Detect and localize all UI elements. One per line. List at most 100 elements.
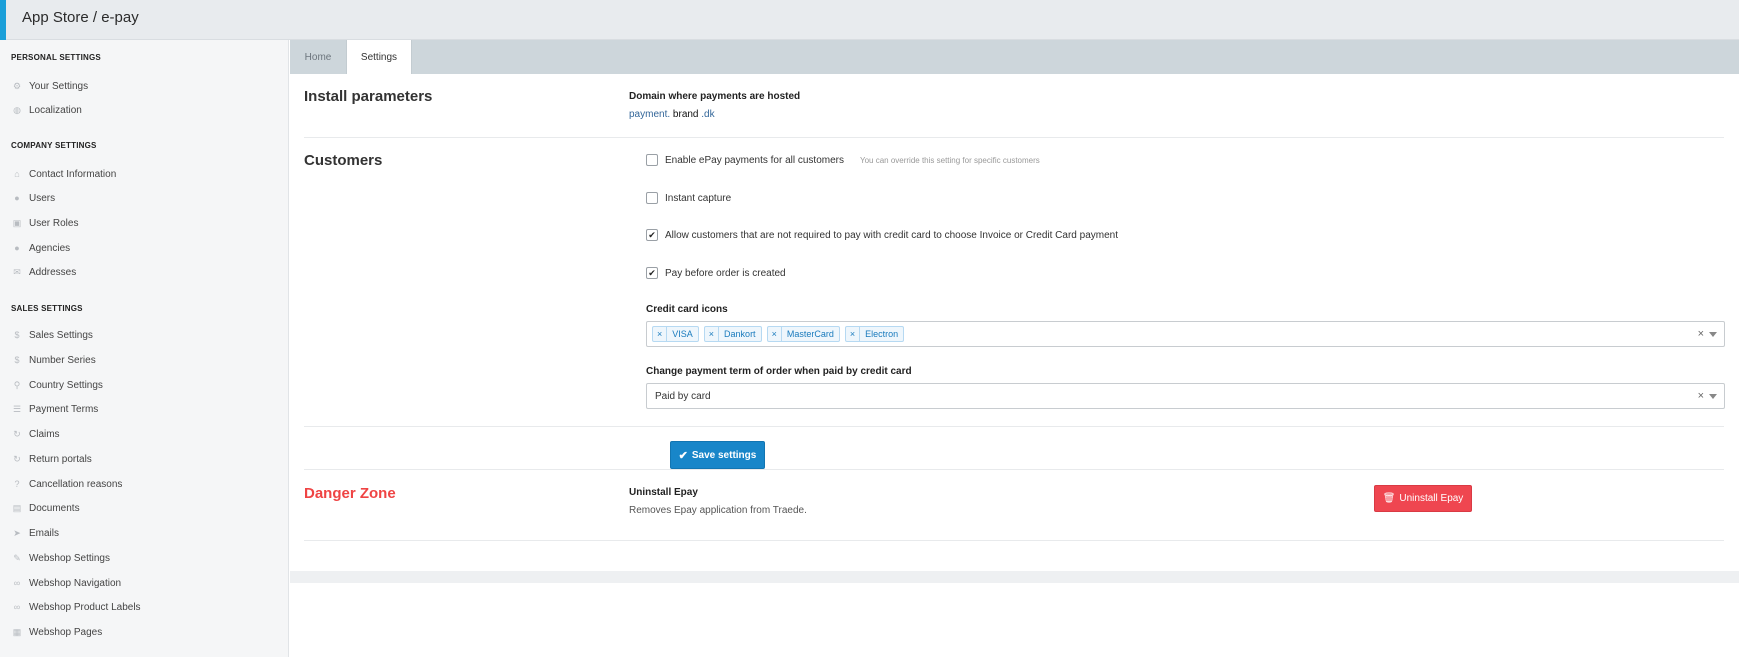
- sidebar-item-label: Users: [29, 192, 56, 204]
- sidebar-item-cancellation-reasons[interactable]: ? Cancellation reasons: [11, 475, 122, 493]
- sidebar-item-label: Country Settings: [29, 379, 103, 391]
- sidebar-item-payment-terms[interactable]: ☰ Payment Terms: [11, 400, 98, 418]
- sidebar-heading-sales: SALES SETTINGS: [11, 304, 83, 313]
- refresh-icon: ↻: [13, 453, 21, 464]
- home-icon: ⌂: [14, 169, 20, 179]
- enable-epay-row: Enable ePay payments for all customers Y…: [646, 153, 1040, 167]
- pay-before-order-label: Pay before order is created: [665, 267, 786, 279]
- payment-term-label: Change payment term of order when paid b…: [646, 366, 912, 377]
- tag-mastercard: × MasterCard: [766, 326, 840, 342]
- sidebar-item-addresses[interactable]: ✉ Addresses: [11, 263, 76, 281]
- wrench-icon: ✎: [13, 552, 21, 563]
- sidebar-item-localization[interactable]: ◍ Localization: [11, 101, 82, 119]
- sidebar-item-label: Addresses: [29, 266, 77, 278]
- globe-icon: ◍: [13, 104, 21, 115]
- top-bar-accent: [0, 0, 6, 40]
- sidebar-item-label: Webshop Product Labels: [29, 601, 141, 613]
- credit-card-icons-label: Credit card icons: [646, 304, 728, 315]
- allow-invoice-checkbox[interactable]: ✔: [646, 229, 658, 241]
- divider: [304, 540, 1724, 541]
- pay-before-order-row: ✔ Pay before order is created: [646, 266, 786, 280]
- sidebar-item-user-roles[interactable]: ▣ User Roles: [11, 214, 79, 232]
- sidebar-item-label: Sales Settings: [29, 329, 93, 341]
- divider: [304, 469, 1724, 470]
- sidebar-item-label: Contact Information: [29, 168, 117, 180]
- sidebar-item-label: Your Settings: [29, 80, 89, 92]
- payment-term-value: Paid by card: [655, 390, 711, 402]
- remove-tag-icon[interactable]: ×: [768, 327, 782, 341]
- user-icon: ●: [14, 193, 20, 203]
- sidebar-item-label: Agencies: [29, 242, 71, 254]
- send-icon: ➤: [13, 527, 21, 538]
- uninstall-description: Removes Epay application from Traede.: [629, 505, 807, 516]
- sidebar-item-label: Claims: [29, 428, 60, 440]
- customers-title: Customers: [304, 152, 383, 169]
- chevron-down-icon[interactable]: [1709, 332, 1717, 337]
- allow-invoice-row: ✔ Allow customers that are not required …: [646, 228, 1118, 242]
- sidebar-item-return-portals[interactable]: ↻ Return portals: [11, 450, 92, 468]
- sidebar-item-label: Webshop Settings: [29, 552, 110, 564]
- tag-label: Dankort: [724, 329, 756, 339]
- tag-visa: × VISA: [652, 326, 699, 342]
- checkmark-icon: ✔: [648, 267, 656, 278]
- enable-epay-checkbox[interactable]: [646, 154, 658, 166]
- document-icon: ▤: [12, 502, 22, 513]
- domain-value: payment. brand .dk: [629, 109, 715, 120]
- list-icon: ☰: [12, 403, 22, 414]
- remove-tag-icon[interactable]: ×: [846, 327, 861, 341]
- tab-home[interactable]: Home: [290, 40, 346, 74]
- sidebar-item-agencies[interactable]: ● Agencies: [11, 239, 70, 257]
- instant-capture-checkbox[interactable]: [646, 192, 658, 204]
- install-parameters-title: Install parameters: [304, 88, 433, 105]
- footer-band: [290, 571, 1739, 583]
- sidebar: PERSONAL SETTINGS ⚙ Your Settings ◍ Loca…: [0, 40, 289, 657]
- instant-capture-row: Instant capture: [646, 191, 731, 205]
- sidebar-item-webshop-pages[interactable]: ▦ Webshop Pages: [11, 623, 102, 641]
- domain-prefix: payment.: [629, 109, 671, 120]
- sidebar-item-emails[interactable]: ➤ Emails: [11, 524, 59, 542]
- sidebar-item-your-settings[interactable]: ⚙ Your Settings: [11, 77, 88, 95]
- trash-icon: 🗑: [1382, 493, 1396, 504]
- tag-electron: × Electron: [844, 326, 905, 342]
- uninstall-button[interactable]: 🗑 Uninstall Epay: [1374, 485, 1472, 512]
- chevron-down-icon[interactable]: [1709, 394, 1717, 399]
- envelope-icon: ✉: [13, 266, 21, 277]
- payment-term-select[interactable]: Paid by card ×: [646, 383, 1725, 409]
- dollar-icon: $: [14, 355, 20, 365]
- sidebar-item-sales-settings[interactable]: $ Sales Settings: [11, 326, 93, 344]
- tab-bar: Home Settings: [290, 40, 1739, 74]
- link-icon: ∞: [13, 578, 21, 588]
- sidebar-item-webshop-navigation[interactable]: ∞ Webshop Navigation: [11, 574, 121, 592]
- sidebar-item-country-settings[interactable]: ⚲ Country Settings: [11, 376, 103, 394]
- sidebar-item-webshop-product-labels[interactable]: ∞ Webshop Product Labels: [11, 598, 141, 616]
- clear-icon[interactable]: ×: [1698, 328, 1704, 340]
- allow-invoice-label: Allow customers that are not required to…: [665, 229, 1118, 241]
- remove-tag-icon[interactable]: ×: [705, 327, 720, 341]
- sidebar-item-documents[interactable]: ▤ Documents: [11, 499, 80, 517]
- sidebar-item-webshop-settings[interactable]: ✎ Webshop Settings: [11, 549, 110, 567]
- sidebar-item-label: Documents: [29, 502, 80, 514]
- remove-tag-icon[interactable]: ×: [653, 327, 668, 341]
- tag-label: Electron: [865, 329, 899, 339]
- tag-label: MasterCard: [786, 329, 834, 339]
- sidebar-item-label: Payment Terms: [29, 403, 99, 415]
- pay-before-order-checkbox[interactable]: ✔: [646, 267, 658, 279]
- credit-card-icons-select[interactable]: × VISA × Dankort × MasterCard × Electron ×: [646, 321, 1725, 347]
- sidebar-item-number-series[interactable]: $ Number Series: [11, 351, 95, 369]
- enable-epay-label: Enable ePay payments for all customers: [665, 154, 844, 166]
- divider: [304, 426, 1724, 427]
- sidebar-heading-company: COMPANY SETTINGS: [11, 141, 97, 150]
- sidebar-item-users[interactable]: ● Users: [11, 189, 55, 207]
- tab-settings[interactable]: Settings: [346, 40, 412, 74]
- sidebar-item-label: User Roles: [29, 217, 79, 229]
- sidebar-item-label: Webshop Pages: [29, 626, 103, 638]
- question-icon: ?: [14, 479, 20, 489]
- circle-icon: ●: [14, 243, 20, 253]
- sidebar-item-claims[interactable]: ↻ Claims: [11, 425, 60, 443]
- sidebar-item-contact-information[interactable]: ⌂ Contact Information: [11, 165, 116, 183]
- clear-icon[interactable]: ×: [1698, 390, 1704, 402]
- tag-dankort: × Dankort: [703, 326, 762, 342]
- save-settings-button[interactable]: ✔ Save settings: [670, 441, 765, 469]
- instant-capture-label: Instant capture: [665, 192, 732, 204]
- check-icon: ✔: [678, 449, 688, 462]
